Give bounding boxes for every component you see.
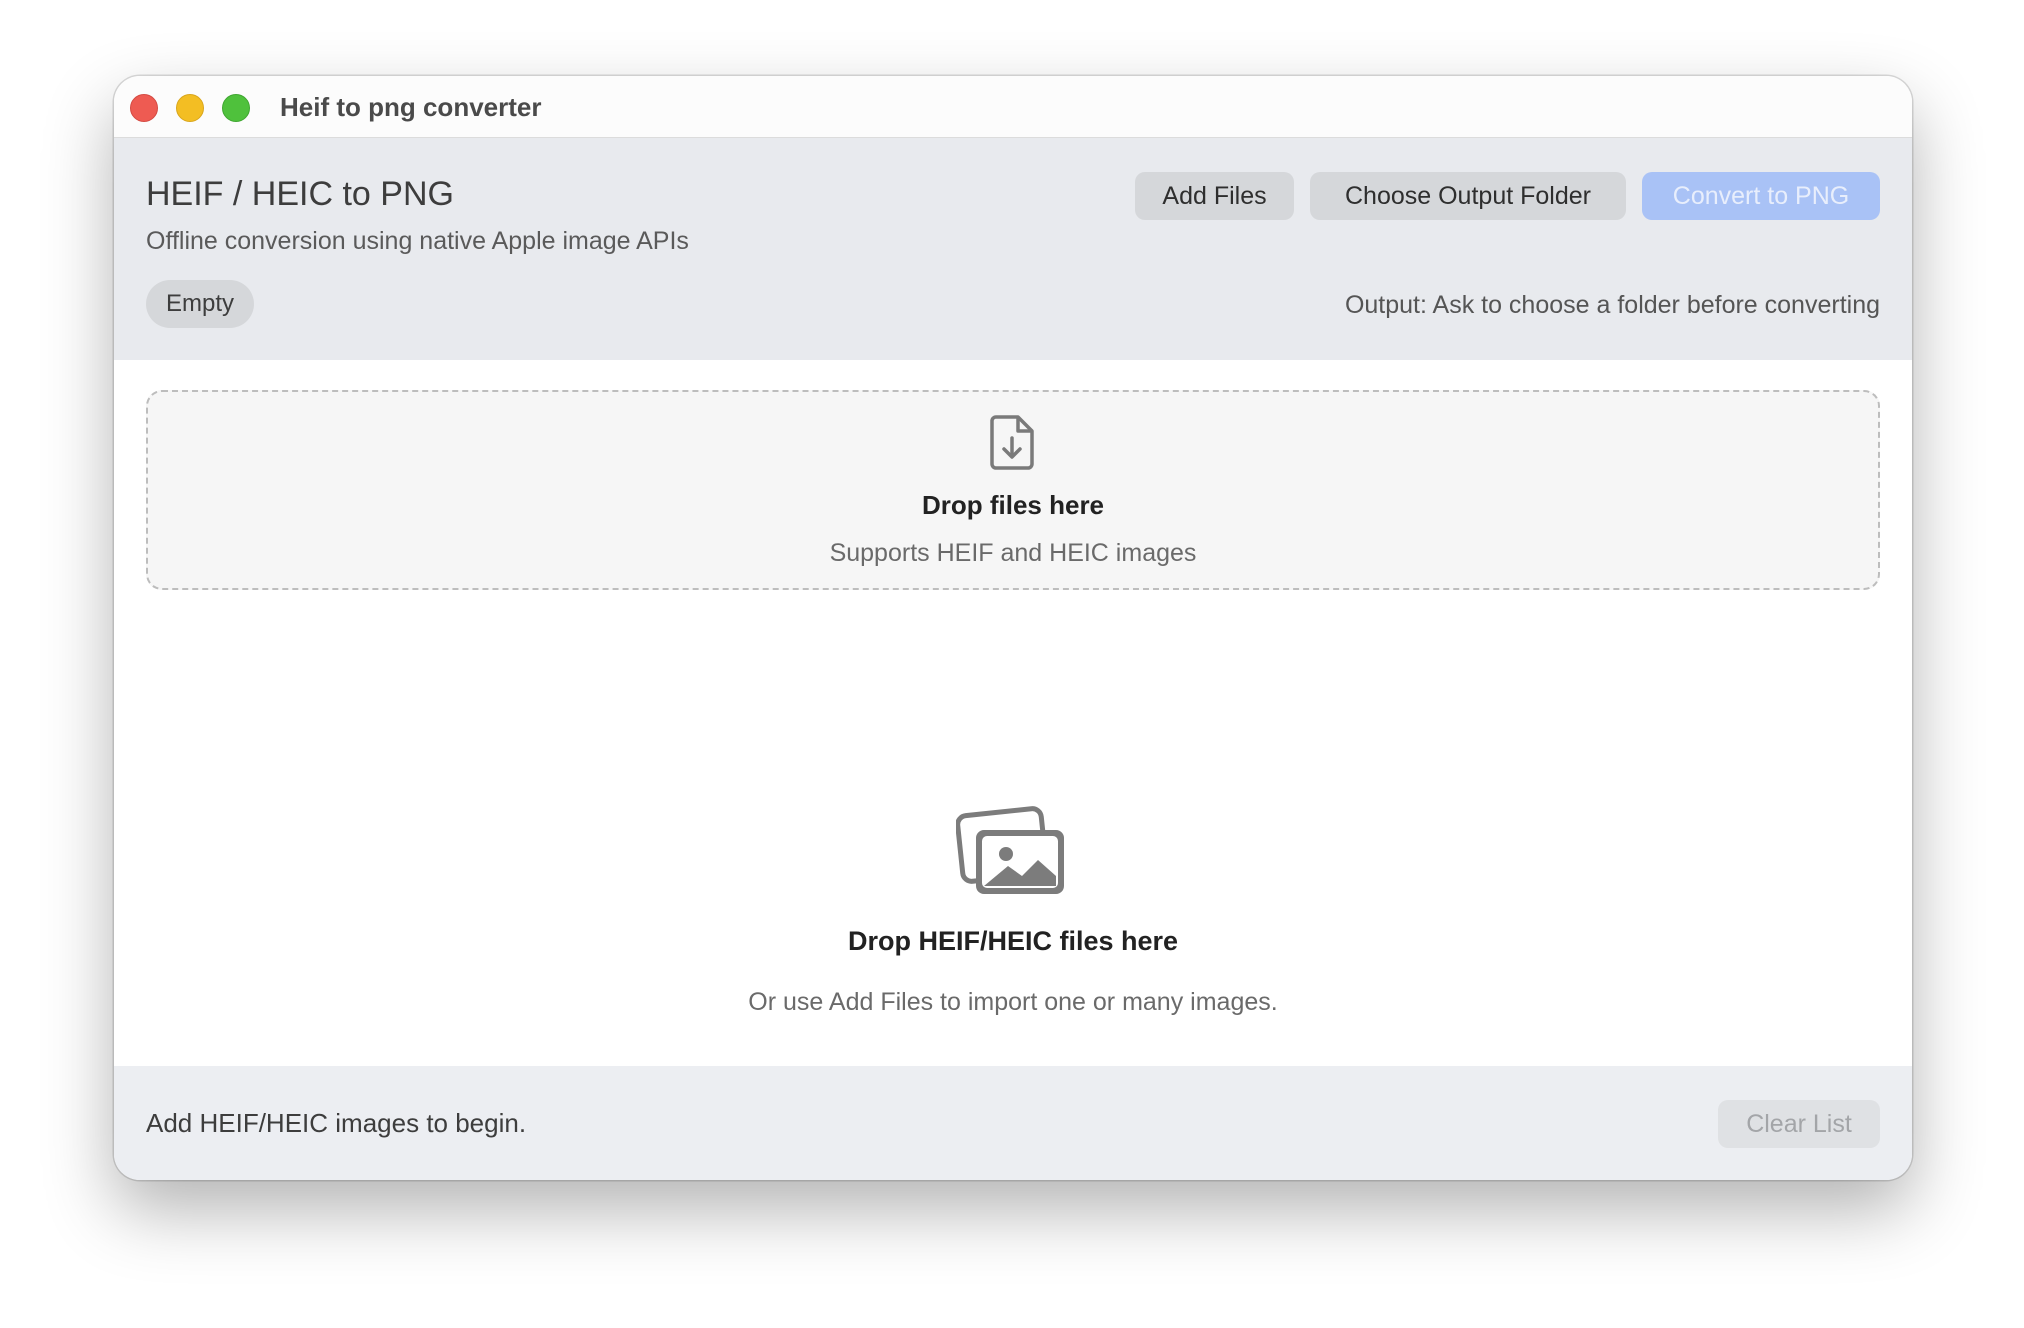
file-drop-zone[interactable]: Drop files here Supports HEIF and HEIC i… xyxy=(146,390,1880,590)
empty-state-subtitle: Or use Add Files to import one or many i… xyxy=(748,988,1278,1016)
app-window: Heif to png converter HEIF / HEIC to PNG… xyxy=(114,76,1912,1180)
footer-status-text: Add HEIF/HEIC images to begin. xyxy=(146,1108,527,1138)
window-title: Heif to png converter xyxy=(280,92,542,122)
page-subtitle: Offline conversion using native Apple im… xyxy=(146,227,689,255)
drop-zone-title: Drop files here xyxy=(921,490,1105,520)
status-badge: Empty xyxy=(146,280,255,328)
main-content: Drop files here Supports HEIF and HEIC i… xyxy=(114,360,1912,1066)
title-bar[interactable]: Heif to png converter xyxy=(114,76,1912,138)
choose-output-folder-button[interactable]: Choose Output Folder xyxy=(1310,172,1626,220)
output-folder-label: Output: Ask to choose a folder before co… xyxy=(1344,291,1880,319)
empty-state-title: Drop HEIF/HEIC files here xyxy=(847,926,1179,956)
header: HEIF / HEIC to PNG Offline conversion us… xyxy=(114,138,1912,360)
add-files-button[interactable]: Add Files xyxy=(1135,172,1294,220)
clear-list-button[interactable]: Clear List xyxy=(1718,1100,1880,1148)
file-download-icon xyxy=(990,415,1034,470)
maximize-window-button[interactable] xyxy=(222,94,250,122)
footer-bar: Add HEIF/HEIC images to begin. Clear Lis… xyxy=(114,1066,1912,1180)
photo-stack-icon xyxy=(956,806,1064,894)
convert-to-png-button[interactable]: Convert to PNG xyxy=(1642,172,1880,220)
minimize-window-button[interactable] xyxy=(176,94,204,122)
close-window-button[interactable] xyxy=(130,94,158,122)
page-title: HEIF / HEIC to PNG xyxy=(146,175,454,213)
drop-zone-subtitle: Supports HEIF and HEIC images xyxy=(829,539,1197,567)
